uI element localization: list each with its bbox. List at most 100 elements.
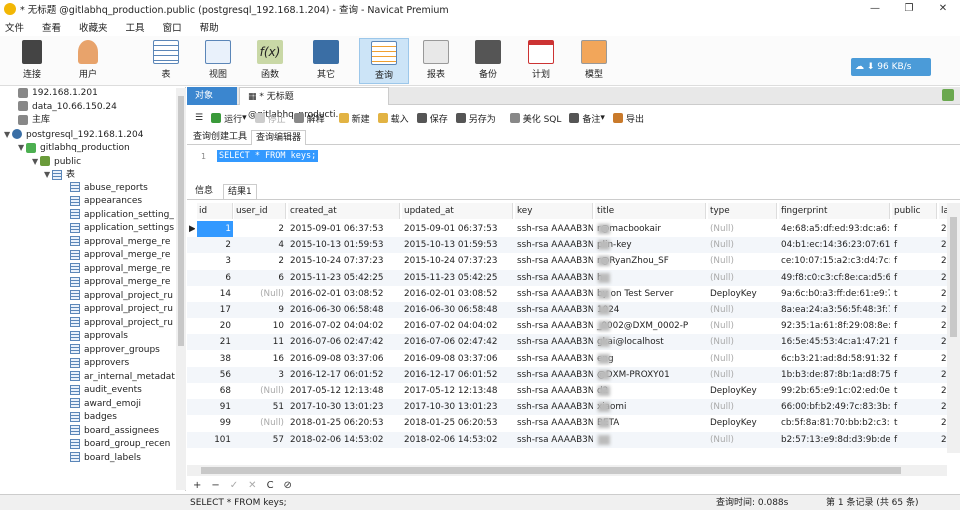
table-row[interactable]: 17 9 2016-06-30 06:58:48 2016-06-30 06:58:4… [187,302,947,318]
query-button[interactable]: 查询 [359,38,409,84]
run-button[interactable]: 运行 ▾ [211,112,247,125]
table-cell[interactable]: 99 [197,415,233,431]
user-button[interactable]: 用户 [66,38,110,84]
table-cell[interactable]: 2 [939,318,947,334]
table-cell[interactable]: ssh-rsa AAAAB3N [515,351,593,367]
table-cell[interactable]: 2016-07-02 04:04:02 [402,318,513,334]
tree-table-item[interactable]: approvers [70,357,129,371]
table-cell[interactable]: f [892,432,937,448]
function-button[interactable]: f(x) 函数 [248,38,292,84]
table-cell[interactable]: t [892,383,937,399]
table-cell[interactable]: ssh-rsa AAAAB3N [515,383,593,399]
table-cell[interactable]: 2 [939,383,947,399]
table-row[interactable]: 20 10 2016-07-02 04:04:02 2016-07-02 04:04:… [187,318,947,334]
tree-table-item[interactable]: appearances [70,195,142,209]
table-cell[interactable]: 2 [939,221,947,237]
beautify-sql-button[interactable]: 美化 SQL [509,112,561,125]
table-cell[interactable]: 2 [939,270,947,286]
tree-connection[interactable]: data_10.66.150.24 [18,101,117,115]
table-cell[interactable]: (Null) [234,286,286,302]
tree-table-item[interactable]: approvals [70,330,128,344]
table-cell[interactable]: 2016-07-06 02:47:42 [402,334,513,350]
close-button[interactable]: ✕ [926,0,960,18]
menu-view[interactable]: 查看 [42,20,61,34]
table-cell[interactable]: gkai@localhost [595,334,706,350]
table-cell[interactable]: 2018-01-25 06:20:53 [402,415,513,431]
tree-table-item[interactable]: approver_groups [70,344,160,358]
table-row[interactable]: 6 6 2015-11-23 05:42:25 2015-11-23 05:42:25… [187,269,947,286]
column-header[interactable]: key [515,203,593,219]
table-cell[interactable]: ssh-rsa AAAAB3N [515,334,593,350]
menu-button[interactable]: ☰ [195,113,203,123]
tree-scrollbar[interactable] [176,88,186,490]
chevron-down-icon[interactable]: ▼ [18,141,26,155]
tab-object[interactable]: 对象 [187,87,237,105]
tree-table-item[interactable]: approval_merge_re [70,263,170,277]
table-cell[interactable]: 04:b1:ec:14:36:23:07:61:5f [779,237,890,253]
tree-table-item[interactable]: abuse_reports [70,182,148,196]
table-cell[interactable]: 16 [234,351,286,367]
table-cell[interactable]: ssh-rsa AAAAB3N [515,286,593,302]
table-cell[interactable]: eng [595,351,706,367]
table-cell[interactable]: f [892,253,937,269]
table-cell[interactable]: 2017-10-30 13:01:23 [288,399,400,415]
table-cell[interactable]: 91 [197,399,233,415]
chevron-down-icon[interactable]: ▼ [32,155,40,169]
column-header[interactable]: user_id [234,203,286,219]
tree-connection[interactable]: 192.168.1.201 [18,87,98,101]
column-header[interactable]: type [708,203,777,219]
table-row[interactable]: 38 16 2016-09-08 03:37:06 2016-09-08 03:37:… [187,351,947,367]
sql-text[interactable]: SELECT * FROM keys; [217,150,319,162]
column-header[interactable]: updated_at [402,203,513,219]
explain-button[interactable]: 解释 [293,112,325,125]
table-row[interactable]: 68 (Null) 2017-05-12 12:13:48 2017-05-12 12… [187,383,947,399]
table-cell[interactable]: 68 [197,383,233,399]
tree-table-item[interactable]: approval_project_ru [70,317,173,331]
table-cell[interactable]: ssh-rsa AAAAB3N [515,221,593,237]
tree-table-item[interactable]: approval_merge_re [70,249,170,263]
tab-query[interactable]: ▦ * 无标题 @gitlabhq_producti... [239,87,389,120]
tab-query-editor[interactable]: 查询编辑器 [251,130,307,145]
table-cell[interactable]: 2016-06-30 06:58:48 [288,302,400,318]
table-cell[interactable]: ssh-rsa AAAAB3N [515,415,593,431]
table-cell[interactable]: f [892,270,937,286]
grid-vertical-scrollbar[interactable] [947,203,960,453]
table-cell[interactable]: r@macbookair [595,221,706,237]
table-cell[interactable]: cb:5f:8a:81:70:bb:b2:c3:15 [779,415,890,431]
table-button[interactable]: 表 [144,38,188,84]
tree-database[interactable]: ▼ gitlabhq_production [18,141,130,155]
table-cell[interactable]: (Null) [708,253,777,269]
table-row[interactable]: 2 4 2015-10-13 01:59:53 2015-10-13 01:59:53… [187,237,947,254]
view-button[interactable]: 视图 [196,38,240,84]
table-cell[interactable]: 21 [197,334,233,350]
tree-table-item[interactable]: badges [70,411,117,425]
table-cell[interactable]: ssh-rsa AAAAB3N [515,270,593,286]
table-cell[interactable]: 2016-02-01 03:08:52 [288,286,400,302]
table-cell[interactable]: f [892,399,937,415]
table-cell[interactable]: 2017-05-12 12:13:48 [288,383,400,399]
table-cell[interactable]: 2 [939,415,947,431]
column-header[interactable]: created_at [288,203,400,219]
table-cell[interactable]: _0002@DXM_0002-P [595,318,706,334]
table-cell[interactable]: 101 [197,432,233,448]
table-cell[interactable]: 17 [197,302,233,318]
table-cell[interactable]: 6 [197,270,233,286]
table-cell[interactable]: ssh-rsa AAAAB3N [515,399,593,415]
scroll-thumb[interactable] [950,217,957,337]
tree-table-item[interactable]: approval_project_ru [70,303,173,317]
table-cell[interactable]: (Null) [708,302,777,318]
table-cell[interactable]: 2016-09-08 03:37:06 [402,351,513,367]
tree-table-item[interactable]: approval_project_ru [70,290,173,304]
table-cell[interactable]: b2:57:13:e9:8d:d3:9b:de:e [779,432,890,448]
stop-button[interactable]: 停止 [254,112,286,125]
apply-button[interactable]: ✓ [230,480,238,491]
table-cell[interactable]: 2 [939,237,947,253]
table-cell[interactable]: ssh-rsa AAAAB3N [515,367,593,383]
backup-button[interactable]: 备份 [466,38,510,84]
table-cell[interactable]: 2016-12-17 06:01:52 [402,367,513,383]
table-cell[interactable]: 2 [939,334,947,350]
table-cell[interactable]: plin-key [595,237,706,253]
table-cell[interactable]: BETA [595,415,706,431]
table-cell[interactable]: 2 [939,286,947,302]
table-cell[interactable]: 2016-07-02 04:04:02 [288,318,400,334]
